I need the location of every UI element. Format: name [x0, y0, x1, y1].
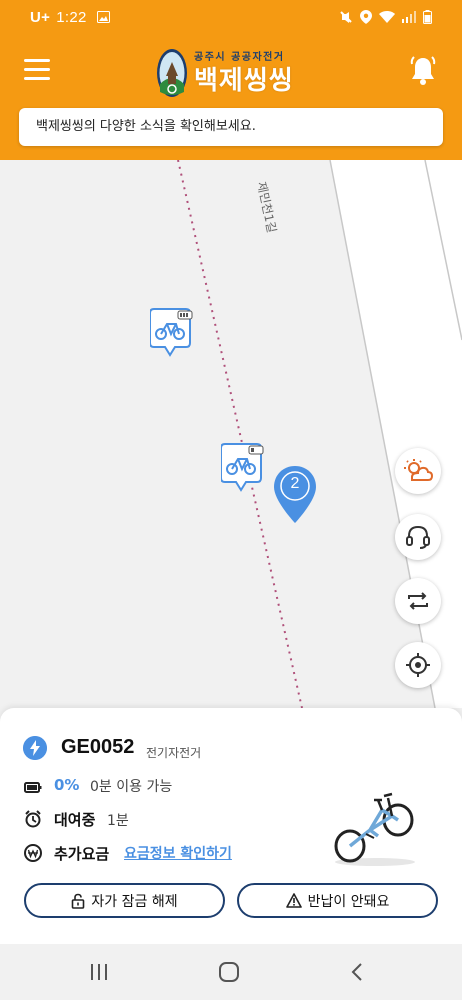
- back-icon[interactable]: [350, 962, 364, 982]
- battery-status-icon: [423, 10, 432, 24]
- weather-button[interactable]: [395, 448, 441, 494]
- return-issue-label: 반납이 안돼요: [307, 893, 390, 910]
- weather-icon: [404, 459, 433, 481]
- status-icons: [339, 10, 432, 24]
- carrier-label: U+: [30, 9, 51, 26]
- cluster-marker[interactable]: 2: [273, 465, 317, 525]
- alarm-clock-icon: [25, 810, 41, 828]
- cluster-pin-icon: [274, 466, 316, 523]
- battery-icon: [24, 782, 42, 793]
- dotted-boundary-line: [177, 160, 303, 708]
- bike-marker-icon[interactable]: [221, 442, 267, 494]
- nfc-mute-icon: [340, 11, 352, 23]
- app-header: U+ 1:22 공주시 공공자전거 백제씽씽 백제씽씽의 다양한 소식을 확인해…: [0, 0, 462, 160]
- system-nav-bar: [0, 944, 462, 1000]
- bike-marker-icon[interactable]: [150, 307, 196, 359]
- electric-bolt-icon: [23, 736, 47, 760]
- menu-line: [24, 68, 50, 71]
- menu-button[interactable]: [24, 59, 50, 81]
- time-label: 1:22: [56, 9, 87, 26]
- map-roads: [177, 160, 462, 708]
- bike-type: 전기자전거: [146, 746, 202, 760]
- logo-emblem-icon: [157, 49, 187, 97]
- return-issue-button[interactable]: 반납이 안돼요: [237, 883, 438, 918]
- bicycle-illustration-icon: [334, 792, 415, 866]
- padlock-icon: [72, 893, 85, 909]
- status-clock: U+ 1:22: [30, 9, 111, 26]
- battery-percent: 0%: [54, 776, 80, 794]
- menu-line: [24, 77, 50, 80]
- self-unlock-button[interactable]: 자가 잠금 해제: [24, 883, 225, 918]
- rent-elapsed-time: 1분: [107, 813, 129, 829]
- location-icon: [360, 10, 372, 24]
- refresh-button[interactable]: [395, 578, 441, 624]
- fee-info-link[interactable]: 요금정보 확인하기: [124, 843, 232, 863]
- map-view[interactable]: 제민천1길 2: [0, 160, 462, 708]
- support-button[interactable]: [395, 514, 441, 560]
- extra-fee-label: 추가요금: [54, 845, 110, 863]
- wifi-icon: [379, 10, 395, 23]
- rent-status: 대여중: [54, 811, 96, 829]
- home-icon[interactable]: [218, 961, 240, 983]
- cluster-count: 2: [290, 475, 300, 492]
- bike-info-sheet: GE0052 전기자전거 0% 0분 이용 가능 대여중 1분 추가요금 요금정…: [0, 708, 462, 944]
- won-coin-icon: [24, 844, 42, 862]
- battery-remaining: 0분 이용 가능: [90, 779, 173, 795]
- gallery-icon: [97, 11, 111, 23]
- swap-arrows-icon: [408, 592, 428, 610]
- warning-icon: [285, 893, 302, 908]
- logo-title: 백제씽씽: [194, 66, 294, 96]
- status-bar: U+ 1:22: [0, 0, 462, 36]
- app-logo: 공주시 공공자전거 백제씽씽: [156, 44, 316, 100]
- headset-icon: [406, 525, 430, 549]
- signal-icon: [402, 11, 416, 23]
- menu-line: [24, 59, 50, 62]
- self-unlock-label: 자가 잠금 해제: [91, 893, 178, 910]
- notification-bell-icon[interactable]: [410, 56, 436, 86]
- notice-banner[interactable]: 백제씽씽의 다양한 소식을 확인해보세요.: [19, 108, 443, 146]
- bike-id: GE0052: [61, 736, 135, 758]
- recent-apps-icon[interactable]: [88, 962, 110, 982]
- my-location-button[interactable]: [395, 642, 441, 688]
- crosshair-icon: [406, 653, 430, 677]
